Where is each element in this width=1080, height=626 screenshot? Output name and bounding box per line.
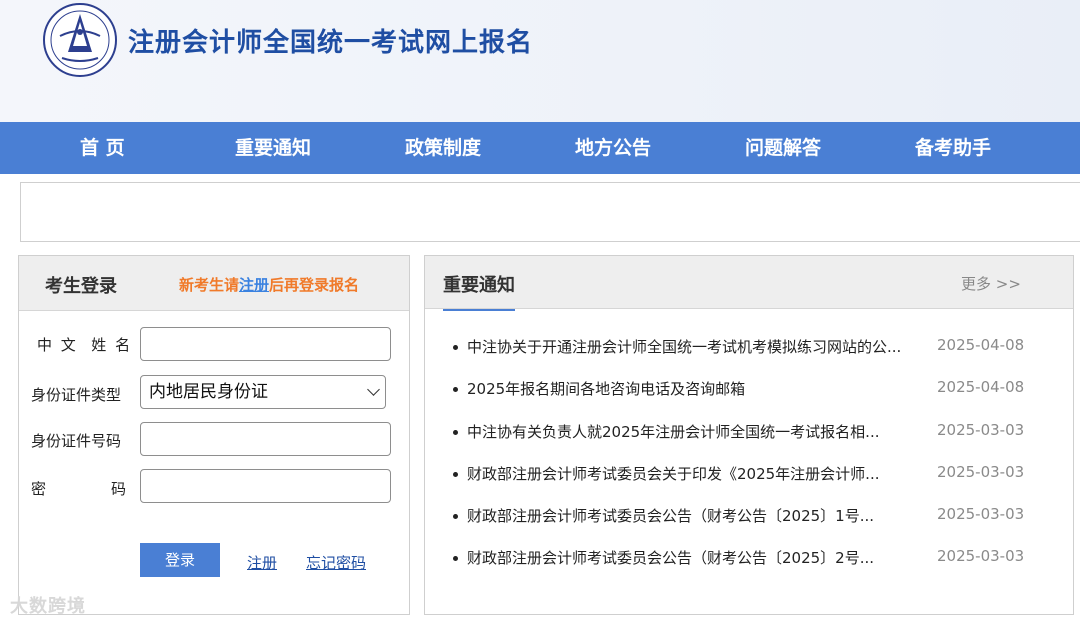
- notice-date: 2025-04-08: [937, 336, 1025, 354]
- notice-link[interactable]: 财政部注册会计师考试委员会公告（财考公告〔2025〕1号...: [467, 505, 935, 526]
- password-label-1: 密: [31, 480, 47, 498]
- watermark: 大数跨境: [10, 596, 86, 617]
- notice-link[interactable]: 2025年报名期间各地咨询电话及咨询邮箱: [467, 378, 935, 399]
- notices-title: 重要通知: [443, 271, 515, 311]
- password-label-2: 码: [111, 480, 127, 498]
- register-hint-link[interactable]: 注册: [239, 276, 269, 294]
- id-type-value: 内地居民身份证: [149, 382, 268, 402]
- site-title: 注册会计师全国统一考试网上报名: [128, 28, 534, 58]
- notice-link[interactable]: 财政部注册会计师考试委员会关于印发《2025年注册会计师...: [467, 463, 935, 484]
- notice-date: 2025-03-03: [937, 547, 1025, 565]
- notices-panel: 重要通知 更多 >> 中注协关于开通注册会计师全国统一考试机考模拟练习网站的公.…: [424, 255, 1074, 615]
- notice-date: 2025-03-03: [937, 463, 1025, 481]
- bullet-icon: [453, 345, 458, 350]
- register-hint: 新考生请注册后再登录报名: [179, 274, 359, 295]
- bullet-icon: [453, 430, 458, 435]
- notice-date: 2025-03-03: [937, 505, 1025, 523]
- login-button[interactable]: 登录: [140, 543, 220, 577]
- notice-link[interactable]: 中注协有关负责人就2025年注册会计师全国统一考试报名相...: [467, 421, 935, 442]
- notice-item: 中注协有关负责人就2025年注册会计师全国统一考试报名相... 2025-03-…: [453, 421, 1058, 445]
- bullet-icon: [453, 556, 458, 561]
- notice-link[interactable]: 中注协关于开通注册会计师全国统一考试机考模拟练习网站的公...: [467, 336, 935, 357]
- id-number-input[interactable]: [140, 422, 391, 456]
- notice-item: 财政部注册会计师考试委员会公告（财考公告〔2025〕1号... 2025-03-…: [453, 505, 1058, 529]
- id-number-label: 身份证件号码: [31, 432, 122, 450]
- bullet-icon: [453, 387, 458, 392]
- notice-date: 2025-03-03: [937, 421, 1025, 439]
- bullet-icon: [453, 514, 458, 519]
- register-link[interactable]: 注册: [247, 552, 277, 573]
- login-panel: 考生登录 新考生请注册后再登录报名 中 文 姓 名 身份证件类型 内地居民身份证…: [18, 255, 410, 615]
- password-input[interactable]: [140, 469, 391, 503]
- nav-home[interactable]: 首 页: [80, 122, 125, 174]
- notice-link[interactable]: 财政部注册会计师考试委员会公告（财考公告〔2025〕2号...: [467, 547, 935, 568]
- name-input[interactable]: [140, 327, 391, 361]
- chevron-down-icon: [367, 383, 380, 396]
- login-panel-header: 考生登录 新考生请注册后再登录报名: [19, 256, 409, 311]
- forgot-password-link[interactable]: 忘记密码: [306, 552, 366, 573]
- register-hint-suffix: 后再登录报名: [269, 276, 360, 294]
- name-label: 中 文 姓 名: [37, 336, 133, 354]
- notices-panel-header: 重要通知 更多 >>: [425, 256, 1073, 311]
- nav-policies[interactable]: 政策制度: [405, 122, 481, 174]
- banner-area: [20, 182, 1080, 242]
- header: 注册会计师全国统一考试网上报名: [0, 0, 1080, 122]
- login-title: 考生登录: [45, 276, 117, 297]
- register-hint-prefix: 新考生请: [179, 276, 240, 294]
- nav-exam-assistant[interactable]: 备考助手: [915, 122, 991, 174]
- more-link[interactable]: 更多 >>: [961, 273, 1021, 294]
- nav-local-announcements[interactable]: 地方公告: [575, 122, 651, 174]
- bullet-icon: [453, 472, 458, 477]
- main-nav: 首 页 重要通知 政策制度 地方公告 问题解答 备考助手: [0, 122, 1080, 174]
- notice-item: 财政部注册会计师考试委员会公告（财考公告〔2025〕2号... 2025-03-…: [453, 547, 1058, 571]
- nav-faq[interactable]: 问题解答: [745, 122, 821, 174]
- id-type-select[interactable]: 内地居民身份证: [140, 375, 386, 409]
- cicpa-logo-icon: [40, 2, 120, 80]
- notice-date: 2025-04-08: [937, 378, 1025, 396]
- nav-important-notices[interactable]: 重要通知: [235, 122, 311, 174]
- notice-item: 2025年报名期间各地咨询电话及咨询邮箱 2025-04-08: [453, 378, 1058, 402]
- notice-item: 财政部注册会计师考试委员会关于印发《2025年注册会计师... 2025-03-…: [453, 463, 1058, 487]
- id-type-label: 身份证件类型: [31, 386, 122, 404]
- notice-item: 中注协关于开通注册会计师全国统一考试机考模拟练习网站的公... 2025-04-…: [453, 336, 1058, 360]
